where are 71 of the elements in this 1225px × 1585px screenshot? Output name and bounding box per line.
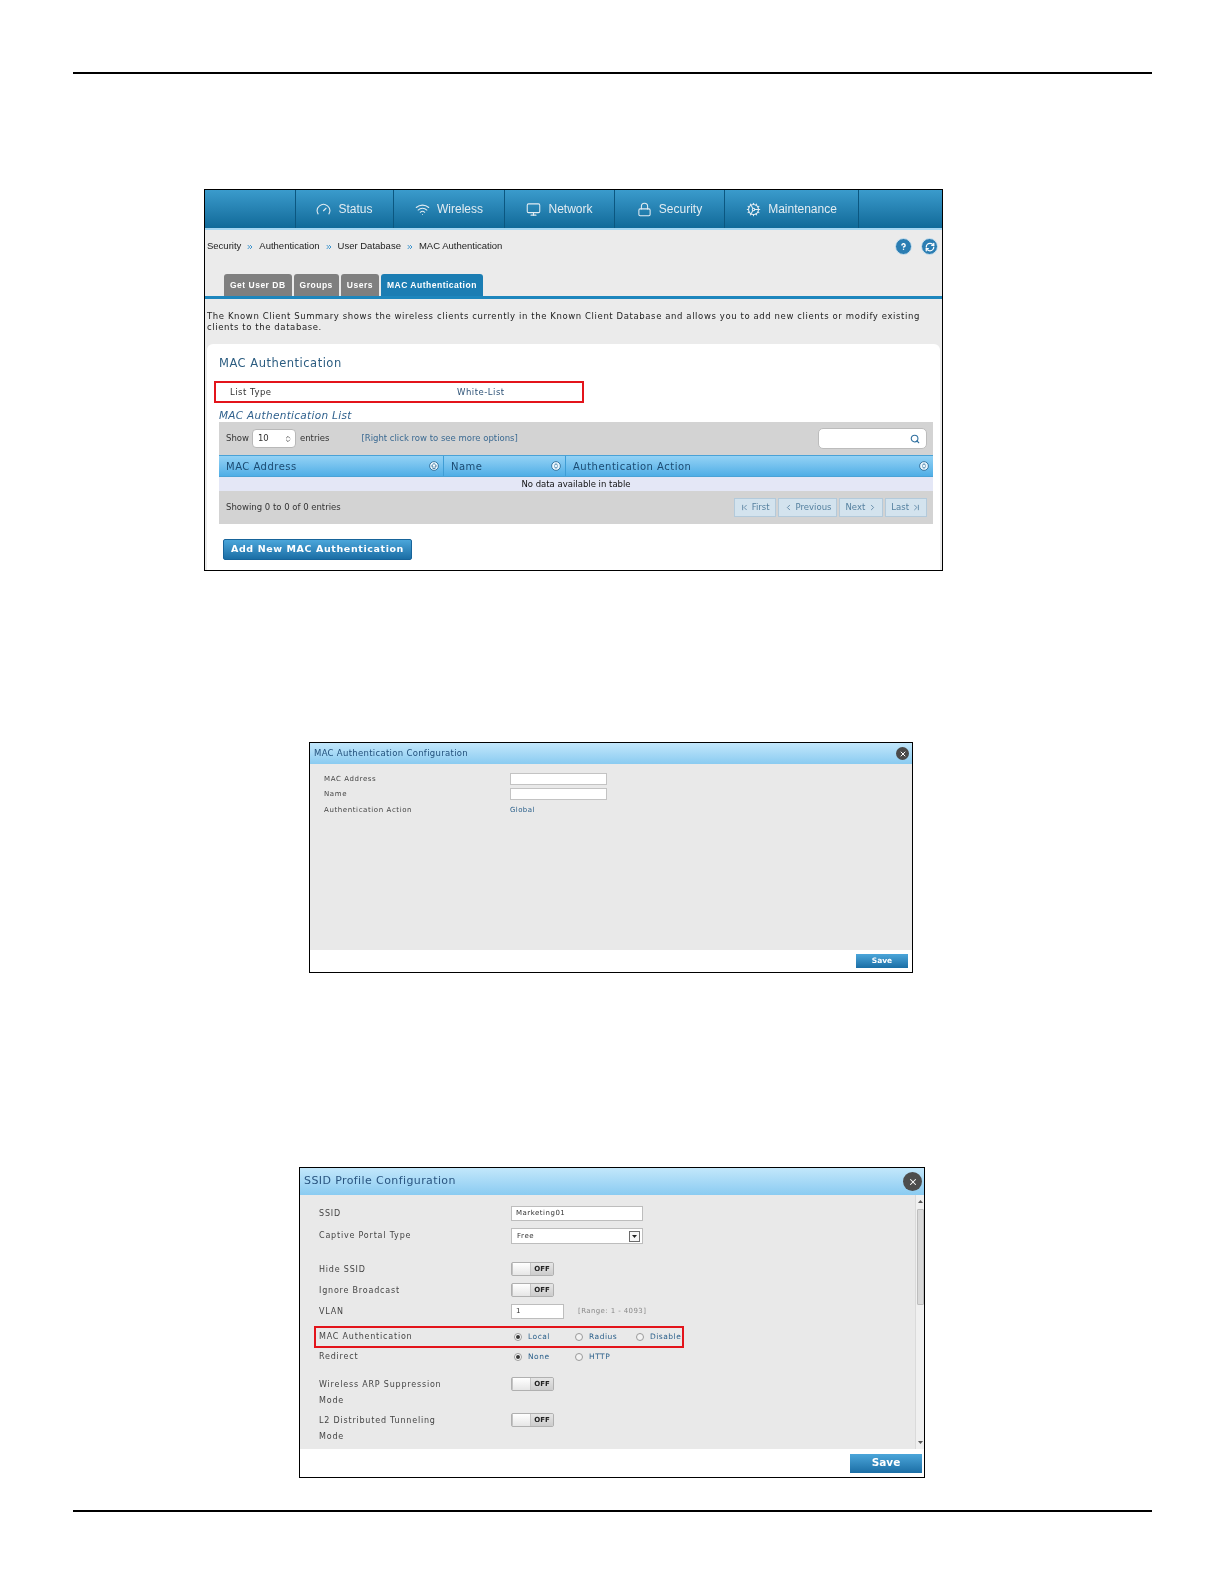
scrollbar[interactable]	[915, 1195, 924, 1449]
search-icon	[910, 433, 920, 444]
show-label: Show	[226, 432, 249, 445]
dialog-title: SSID Profile Configuration	[304, 1173, 456, 1190]
radio-button[interactable]	[575, 1352, 583, 1361]
wifi-icon	[415, 201, 430, 217]
breadcrumb-item[interactable]: MAC Authentication	[418, 239, 503, 254]
field-label: L2 Distributed Tunneling Mode	[319, 1415, 437, 1443]
radio-button[interactable]	[636, 1332, 644, 1341]
field-label: Captive Portal Type	[319, 1230, 412, 1242]
description-text: The Known Client Summary shows the wireless clients currently in the Known Client Database and allows you to add new clients or modify existing clients to the database.	[206, 310, 921, 333]
chevrons-right-icon	[405, 242, 414, 251]
caret-down-icon	[629, 1230, 640, 1242]
gauge-icon	[316, 201, 332, 217]
dialog-title: MAC Authentication Configuration	[314, 747, 468, 760]
radio-button[interactable]	[514, 1352, 522, 1361]
field-label: Ignore Broadcast	[319, 1285, 400, 1297]
tab[interactable]: Get User DB	[224, 274, 292, 296]
add-button[interactable]: Add New MAC Authentication	[223, 539, 412, 560]
close-button[interactable]	[903, 1172, 922, 1191]
input-field[interactable]	[510, 772, 607, 785]
radio-button[interactable]	[514, 1332, 522, 1341]
tab[interactable]: Users	[340, 274, 379, 296]
column-header[interactable]: Authentication Action	[566, 456, 933, 476]
monitor-icon	[526, 201, 542, 217]
close-button[interactable]	[896, 747, 909, 760]
close-icon	[898, 749, 907, 758]
input-field[interactable]	[510, 788, 607, 801]
field-label: SSID	[319, 1208, 341, 1220]
breadcrumb-item[interactable]: User Database	[337, 239, 401, 254]
page-size-select[interactable]: 10	[251, 429, 296, 448]
nav-tab[interactable]: Status	[295, 190, 393, 228]
list-title: MAC Authentication List	[219, 408, 352, 422]
search-field[interactable]	[818, 428, 927, 449]
radio-button[interactable]	[575, 1332, 583, 1341]
breadcrumb-item[interactable]: Security	[207, 239, 242, 254]
field-label: VLAN	[319, 1306, 344, 1318]
entries-label: entries	[299, 432, 330, 445]
field-label: Hide SSID	[319, 1264, 366, 1276]
scrollbar-thumb[interactable]	[916, 1209, 924, 1305]
save-button[interactable]: Save	[850, 1453, 922, 1473]
scroll-up-arrow-icon[interactable]	[917, 1200, 923, 1203]
refresh-icon[interactable]	[921, 238, 938, 255]
field-value: White-List	[457, 385, 505, 399]
column-header[interactable]: Name	[444, 456, 566, 476]
empty-table-message: No data available in table	[219, 477, 933, 491]
nav-tab[interactable]: Security	[614, 190, 724, 228]
breadcrumb-item[interactable]: Authentication	[259, 239, 320, 254]
tab[interactable]: Groups	[293, 274, 339, 296]
scroll-down-arrow-icon[interactable]	[917, 1441, 923, 1444]
hint-text: [Right click row to see more options]	[361, 432, 518, 445]
chevrons-right-icon	[324, 242, 333, 251]
chevron-last-icon	[912, 503, 921, 512]
close-icon	[907, 1176, 918, 1187]
field-label: Redirect	[319, 1351, 359, 1363]
up-down-arrows-icon	[283, 434, 292, 443]
field-label: Wireless ARP Suppression Mode	[319, 1379, 443, 1407]
tab[interactable]: MAC Authentication	[380, 274, 483, 296]
chevrons-right-icon	[246, 242, 255, 251]
column-header[interactable]: MAC Address	[219, 456, 444, 476]
chevron-first-icon	[739, 503, 749, 512]
gear-icon	[746, 201, 762, 217]
field-label: List Type	[230, 385, 272, 399]
lock-icon	[636, 201, 652, 217]
nav-tab[interactable]: Wireless	[393, 190, 504, 228]
field-label: MAC Authentication	[319, 1331, 413, 1343]
nav-tab[interactable]: Maintenance	[724, 190, 859, 228]
nav-tab[interactable]: Network	[504, 190, 614, 228]
help-icon[interactable]	[895, 238, 912, 255]
table-summary: Showing 0 to 0 of 0 entries	[226, 501, 341, 514]
section-title: MAC Authentication	[219, 356, 342, 370]
